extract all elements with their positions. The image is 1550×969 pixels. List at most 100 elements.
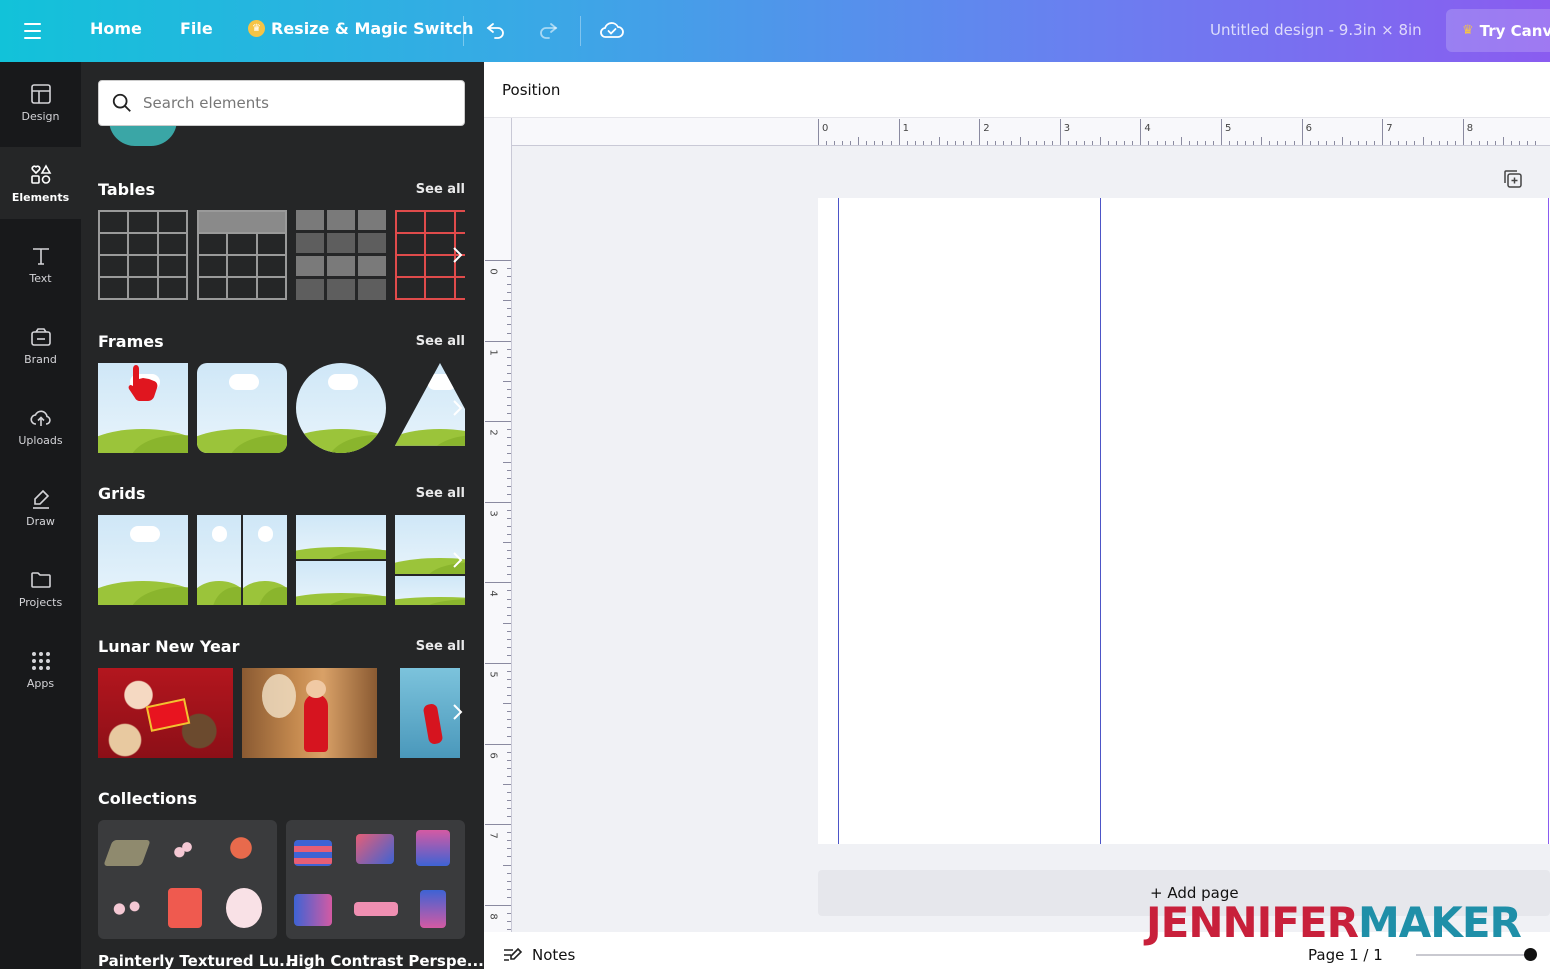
rail-label: Uploads bbox=[18, 433, 63, 447]
rail-item-apps[interactable]: Apps bbox=[0, 633, 81, 705]
see-all-link[interactable]: See all bbox=[416, 486, 465, 501]
rail-label: Draw bbox=[26, 514, 55, 528]
ruler-tick-label: 3 bbox=[487, 510, 499, 517]
section-title: Grids bbox=[98, 484, 146, 503]
collection-sticker bbox=[226, 888, 262, 928]
ruler-tick-label: 0 bbox=[822, 123, 829, 134]
see-all-link[interactable]: See all bbox=[416, 182, 465, 197]
frame-square-thumb[interactable] bbox=[98, 363, 188, 453]
horizontal-ruler: 0 1 2 3 4 5 6 7 8 bbox=[512, 118, 1550, 146]
design-title[interactable]: Untitled design - 9.3in × 8in bbox=[1210, 21, 1422, 39]
ruler-tick-label: 1 bbox=[902, 123, 909, 134]
page-count[interactable]: Page 1 / 1 bbox=[1308, 946, 1383, 964]
section-header-tables: Tables See all bbox=[98, 180, 465, 199]
frame-rounded-thumb[interactable] bbox=[197, 363, 287, 453]
menu-icon[interactable] bbox=[24, 18, 54, 44]
ruler-tick-label: 0 bbox=[487, 268, 499, 275]
rail-label: Elements bbox=[11, 190, 70, 204]
collection-sticker bbox=[168, 888, 202, 928]
elements-panel: Tables See all Frames See all bbox=[81, 62, 484, 969]
ruler-tick-label: 4 bbox=[487, 590, 499, 598]
design-page[interactable] bbox=[818, 198, 1550, 844]
collection-card[interactable] bbox=[286, 820, 465, 939]
rail-item-projects[interactable]: Projects bbox=[0, 552, 81, 624]
try-pro-label: Try Canva Pro bbox=[1479, 21, 1550, 40]
ruler-tick-label: 6 bbox=[1305, 123, 1312, 134]
chevron-right-icon[interactable] bbox=[446, 388, 468, 428]
watermark-logo: JENNIFERMAKER bbox=[1146, 898, 1522, 947]
design-icon bbox=[30, 83, 51, 104]
collection-sticker bbox=[226, 830, 256, 866]
position-button[interactable]: Position bbox=[502, 81, 560, 99]
chevron-right-icon[interactable] bbox=[446, 235, 468, 275]
collection-label: Painterly Textured Lu... bbox=[98, 952, 297, 969]
table-thumb[interactable] bbox=[98, 210, 188, 300]
grids-row bbox=[98, 515, 465, 605]
notes-button[interactable]: Notes bbox=[502, 946, 575, 964]
projects-icon bbox=[30, 571, 51, 588]
hand-pointer-icon bbox=[124, 363, 162, 401]
text-icon bbox=[32, 247, 49, 265]
ruler-tick-label: 1 bbox=[487, 348, 499, 356]
guide-line bbox=[1548, 198, 1549, 844]
editor-area: Position 012345678 012345678 + Add page … bbox=[484, 62, 1550, 969]
cloud-saved-icon[interactable] bbox=[598, 16, 626, 44]
duplicate-page-icon[interactable] bbox=[1502, 168, 1524, 190]
section-header-lunar-new-year: Lunar New Year See all bbox=[98, 637, 465, 656]
rail-item-brand[interactable]: Brand bbox=[0, 309, 81, 381]
search-box[interactable] bbox=[98, 80, 465, 126]
collection-sticker bbox=[168, 834, 206, 860]
tables-row bbox=[98, 210, 465, 300]
zoom-slider-knob[interactable] bbox=[1524, 948, 1537, 961]
photo-thumb-feast[interactable] bbox=[98, 668, 233, 758]
toolbar-divider bbox=[580, 16, 581, 46]
ruler-tick-label: 2 bbox=[487, 429, 499, 436]
collection-sticker bbox=[420, 890, 446, 928]
home-button[interactable]: Home bbox=[90, 19, 142, 38]
vertical-ruler: 0 1 2 3 4 5 6 7 8 bbox=[484, 118, 512, 969]
ruler-tick-label: 5 bbox=[487, 671, 499, 678]
ruler-tick-label: 6 bbox=[487, 751, 499, 759]
guide-line bbox=[1100, 198, 1101, 844]
chevron-right-icon[interactable] bbox=[446, 540, 468, 580]
file-menu-button[interactable]: File bbox=[180, 19, 213, 38]
try-pro-button[interactable]: ♛ Try Canva Pro bbox=[1446, 9, 1550, 52]
grid-thumb[interactable] bbox=[296, 515, 386, 605]
collection-card[interactable] bbox=[98, 820, 277, 939]
photo-thumb-child[interactable] bbox=[242, 668, 377, 758]
crown-icon: ♛ bbox=[248, 20, 265, 37]
search-input[interactable] bbox=[143, 94, 443, 112]
rail-item-uploads[interactable]: Uploads bbox=[0, 390, 81, 462]
resize-label: Resize & Magic Switch bbox=[271, 19, 474, 38]
rail-label: Brand bbox=[24, 352, 57, 366]
see-all-link[interactable]: See all bbox=[416, 334, 465, 349]
draw-icon bbox=[32, 489, 49, 509]
search-icon bbox=[112, 93, 131, 112]
section-header-grids: Grids See all bbox=[98, 484, 465, 503]
notes-label: Notes bbox=[532, 946, 576, 964]
brand-icon bbox=[30, 327, 51, 346]
ruler-tick-label: 7 bbox=[487, 832, 499, 839]
grid-thumb[interactable] bbox=[197, 515, 287, 605]
watermark-part: MAKER bbox=[1357, 898, 1522, 947]
rail-item-design[interactable]: Design bbox=[0, 66, 81, 138]
collection-sticker bbox=[416, 830, 450, 866]
rail-item-draw[interactable]: Draw bbox=[0, 471, 81, 543]
crown-icon: ♛ bbox=[1462, 23, 1474, 38]
rail-item-text[interactable]: Text bbox=[0, 228, 81, 300]
rail-item-elements[interactable]: Elements bbox=[0, 147, 81, 219]
resize-button[interactable]: ♛ Resize & Magic Switch bbox=[248, 19, 473, 38]
frame-circle-thumb[interactable] bbox=[296, 363, 386, 453]
rail-label: Design bbox=[21, 109, 60, 123]
chevron-right-icon[interactable] bbox=[446, 692, 468, 732]
see-all-link[interactable]: See all bbox=[416, 639, 465, 654]
uploads-icon bbox=[29, 410, 51, 426]
redo-icon[interactable] bbox=[534, 16, 562, 44]
undo-icon[interactable] bbox=[482, 16, 510, 44]
table-thumb[interactable] bbox=[197, 210, 287, 300]
grid-thumb[interactable] bbox=[98, 515, 188, 605]
section-header-frames: Frames See all bbox=[98, 332, 465, 351]
rail-label: Text bbox=[29, 271, 52, 285]
zoom-slider-track[interactable] bbox=[1416, 954, 1528, 956]
table-thumb[interactable] bbox=[296, 210, 386, 300]
